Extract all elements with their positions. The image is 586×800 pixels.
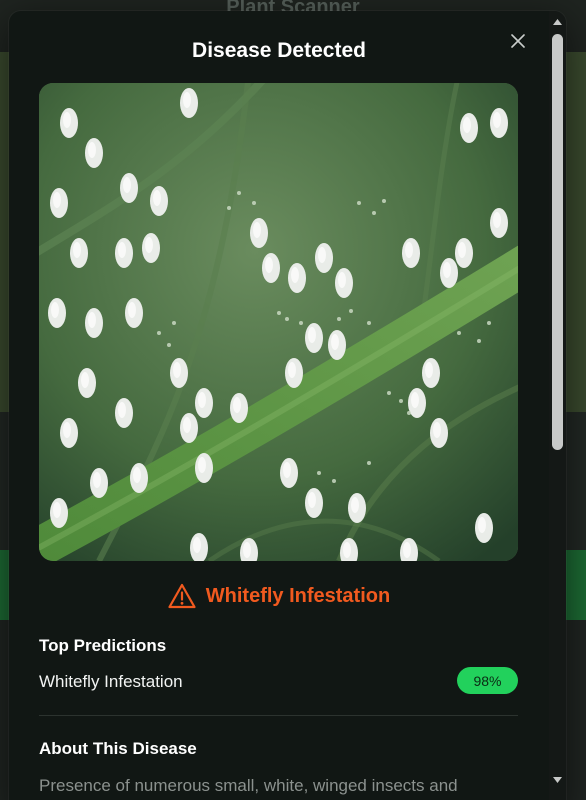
about-disease-heading: About This Disease <box>39 739 197 758</box>
close-button[interactable] <box>507 30 529 52</box>
scrollbar-thumb[interactable] <box>552 34 563 450</box>
warning-triangle-icon <box>168 583 196 609</box>
scroll-up-arrow-icon[interactable] <box>552 17 563 27</box>
scroll-down-arrow-icon[interactable] <box>552 775 563 785</box>
disease-result-modal: Disease Detected Whitefly Infestation To… <box>9 11 566 800</box>
whitefly-leaf-photo <box>39 83 518 561</box>
modal-scrollbar[interactable] <box>549 11 566 800</box>
prediction-confidence-badge: 98% <box>457 667 518 694</box>
detected-disease-name: Whitefly Infestation <box>205 584 391 607</box>
prediction-name: Whitefly Infestation <box>39 672 183 691</box>
section-divider <box>39 715 518 716</box>
close-icon <box>511 34 525 48</box>
about-disease-text: Presence of numerous small, white, winge… <box>39 776 458 795</box>
modal-title: Disease Detected <box>192 39 366 62</box>
detected-disease-row: Whitefly Infestation <box>9 583 549 609</box>
top-predictions-heading: Top Predictions <box>39 636 167 655</box>
